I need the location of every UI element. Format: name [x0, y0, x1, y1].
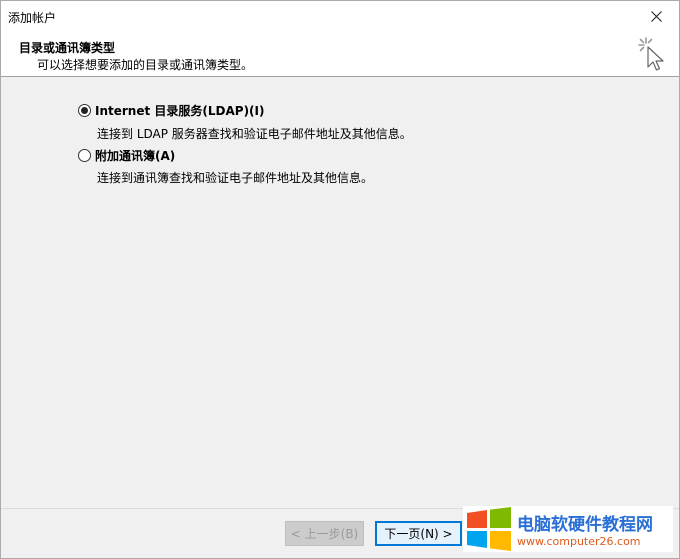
wizard-content: Internet 目录服务(LDAP)(I) 连接到 LDAP 服务器查找和验证… [1, 78, 679, 508]
page-title: 目录或通讯簿类型 [19, 41, 116, 55]
site-watermark: 电脑软硬件教程网 www.computer26.com [463, 506, 673, 552]
ldap-option-description: 连接到 LDAP 服务器查找和验证电子邮件地址及其他信息。 [97, 127, 412, 141]
window-title: 添加帐户 [8, 11, 57, 25]
wizard-cursor-icon [638, 37, 664, 71]
windows-logo-icon [467, 507, 511, 551]
ldap-radio[interactable] [78, 104, 91, 117]
watermark-name: 电脑软硬件教程网 [517, 515, 653, 535]
address-book-option[interactable]: 附加通讯簿(A) [78, 147, 175, 164]
close-button[interactable] [633, 1, 679, 32]
next-button[interactable]: 下一页(N) > [375, 521, 462, 546]
address-book-option-label: 附加通讯簿(A) [95, 149, 176, 163]
title-bar: 添加帐户 [1, 1, 679, 32]
watermark-text: 电脑软硬件教程网 www.computer26.com [517, 510, 653, 548]
add-account-dialog: 添加帐户 目录或通讯簿类型 可以选择想要添加的目录或通讯簿类型。 Interne… [0, 0, 680, 559]
address-book-radio[interactable] [78, 149, 91, 162]
wizard-header: 目录或通讯簿类型 可以选择想要添加的目录或通讯簿类型。 [1, 32, 679, 77]
ldap-option[interactable]: Internet 目录服务(LDAP)(I) [78, 102, 265, 119]
address-book-option-description: 连接到通讯簿查找和验证电子邮件地址及其他信息。 [97, 171, 374, 185]
ldap-option-label: Internet 目录服务(LDAP)(I) [95, 104, 265, 118]
back-button[interactable]: < 上一步(B) [285, 521, 364, 546]
watermark-url: www.computer26.com [517, 535, 641, 548]
close-icon [650, 11, 662, 22]
page-subtitle: 可以选择想要添加的目录或通讯簿类型。 [37, 58, 254, 72]
